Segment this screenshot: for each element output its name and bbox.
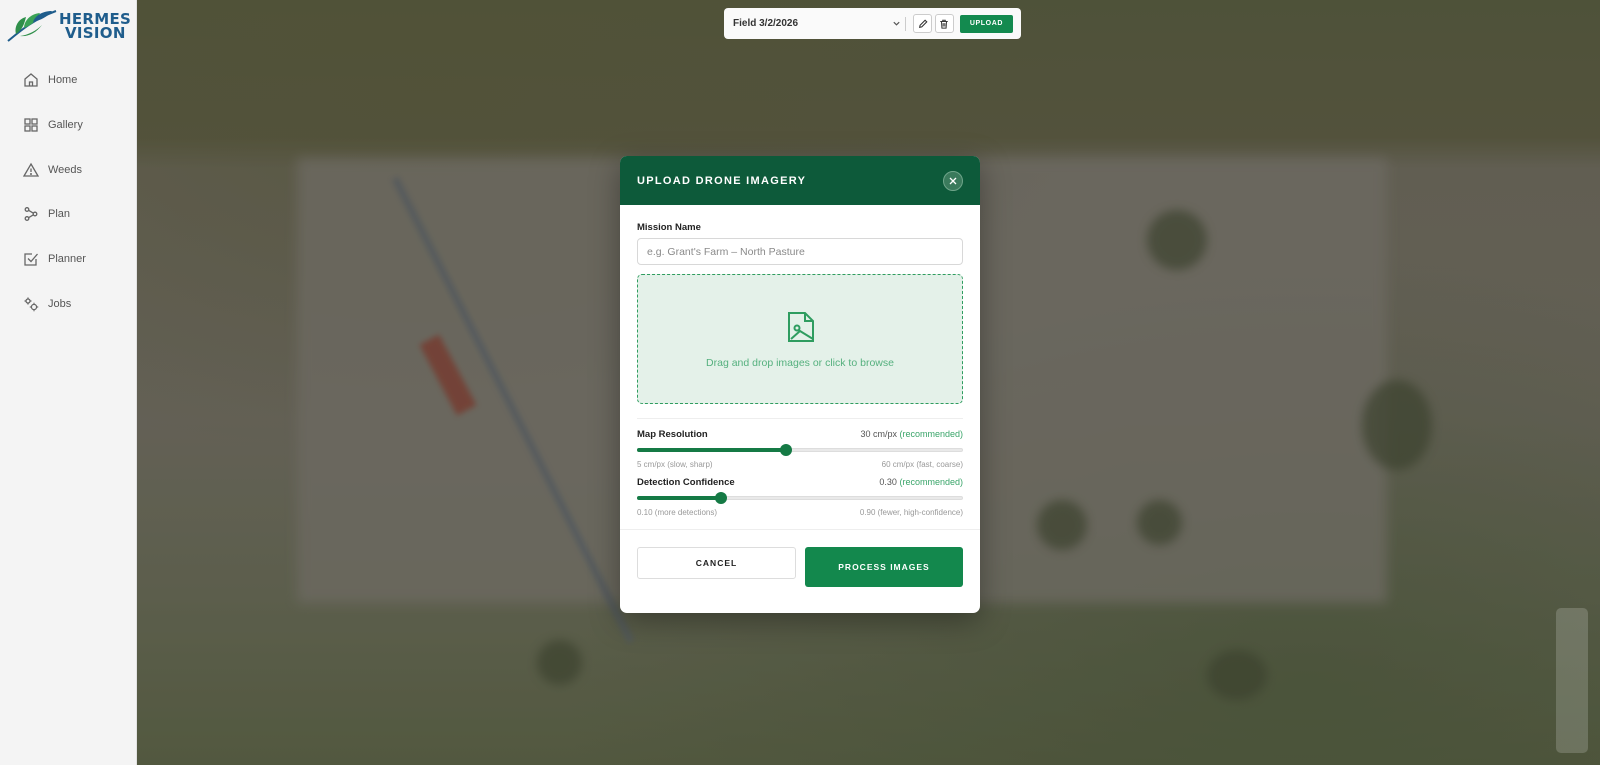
- process-images-button[interactable]: PROCESS IMAGES: [805, 547, 963, 587]
- warning-icon: [23, 162, 39, 177]
- slider-fill: [637, 448, 786, 452]
- resolution-min-hint: 5 cm/px (slow, sharp): [637, 460, 713, 469]
- sidebar-item-jobs[interactable]: Jobs: [0, 281, 137, 326]
- cancel-button[interactable]: CANCEL: [637, 547, 796, 579]
- leaf-logo-icon: [7, 10, 57, 42]
- sidebar-item-weeds[interactable]: Weeds: [0, 147, 137, 192]
- sidebar-item-label: Jobs: [48, 297, 72, 310]
- sidebar-item-home[interactable]: Home: [0, 58, 137, 103]
- sidebar-item-label: Planner: [48, 253, 86, 266]
- resolution-label: Map Resolution: [637, 429, 708, 440]
- confidence-min-hint: 0.10 (more detections): [637, 508, 718, 517]
- confidence-control: Detection Confidence 0.30 (recommended) …: [637, 477, 963, 517]
- sidebar-item-gallery[interactable]: Gallery: [0, 103, 137, 148]
- edit-field-button[interactable]: [913, 14, 933, 33]
- close-icon: [949, 177, 957, 184]
- confidence-value: 0.30 (recommended): [879, 477, 963, 487]
- resolution-value-text: 30 cm/px: [860, 429, 897, 439]
- delete-field-button[interactable]: [935, 14, 954, 33]
- recommended-tag: (recommended): [899, 477, 963, 487]
- brand-line-2: VISION: [65, 24, 126, 42]
- image-dropzone[interactable]: Drag and drop images or click to browse: [637, 274, 963, 404]
- mission-name-label: Mission Name: [637, 222, 701, 233]
- sidebar-item-label: Plan: [48, 208, 71, 221]
- route-icon: [24, 207, 38, 222]
- home-icon: [24, 73, 38, 87]
- sidebar: HERMES VISION Home Gallery Weeds Plan Pl…: [0, 0, 137, 765]
- grid-icon: [24, 118, 38, 132]
- field-select[interactable]: Field 3/2/2026: [733, 18, 901, 29]
- modal-title: UPLOAD DRONE IMAGERY: [637, 174, 807, 187]
- confidence-value-text: 0.30: [879, 477, 897, 487]
- sidebar-item-label: Weeds: [48, 163, 83, 176]
- map-zoom-control[interactable]: [1556, 608, 1588, 753]
- trash-icon: [940, 19, 949, 29]
- field-toolbar: Field 3/2/2026 UPLOAD: [724, 8, 1021, 39]
- divider: [637, 418, 963, 419]
- sidebar-item-label: Gallery: [48, 119, 83, 132]
- modal-header: UPLOAD DRONE IMAGERY: [620, 156, 980, 205]
- confidence-max-hint: 0.90 (fewer, high-confidence): [859, 508, 963, 517]
- chevron-down-icon: [893, 21, 900, 26]
- upload-modal: UPLOAD DRONE IMAGERY Mission Name Drag a…: [620, 156, 980, 613]
- confidence-label: Detection Confidence: [637, 477, 735, 488]
- checkbox-icon: [24, 253, 38, 266]
- upload-button[interactable]: UPLOAD: [959, 14, 1014, 33]
- gear-icon: [24, 297, 39, 311]
- modal-footer: CANCEL PROCESS IMAGES: [637, 530, 963, 587]
- toolbar-divider: [905, 16, 907, 31]
- selected-field: Field 3/2/2026: [733, 18, 799, 29]
- brand-name: HERMES VISION: [59, 12, 131, 42]
- pencil-icon: [918, 18, 928, 28]
- modal-body: Mission Name Drag and drop images or cli…: [620, 205, 980, 587]
- logo[interactable]: HERMES VISION: [6, 9, 131, 43]
- image-file-icon: [788, 312, 814, 342]
- resolution-slider[interactable]: [637, 444, 963, 456]
- dropzone-text: Drag and drop images or click to browse: [706, 357, 894, 369]
- sidebar-item-plan[interactable]: Plan: [0, 192, 137, 237]
- sidebar-item-planner[interactable]: Planner: [0, 237, 137, 282]
- slider-fill: [637, 496, 721, 500]
- resolution-max-hint: 60 cm/px (fast, coarse): [881, 460, 963, 469]
- sidebar-item-label: Home: [48, 74, 78, 87]
- confidence-slider[interactable]: [637, 492, 963, 504]
- sidebar-nav: Home Gallery Weeds Plan Planner Jobs: [0, 58, 137, 326]
- recommended-tag: (recommended): [899, 429, 963, 439]
- resolution-value: 30 cm/px (recommended): [860, 429, 963, 439]
- resolution-control: Map Resolution 30 cm/px (recommended) 5 …: [637, 429, 963, 469]
- mission-name-input[interactable]: [637, 238, 963, 265]
- close-button[interactable]: [943, 170, 963, 191]
- slider-thumb[interactable]: [779, 444, 792, 456]
- slider-thumb[interactable]: [714, 492, 727, 504]
